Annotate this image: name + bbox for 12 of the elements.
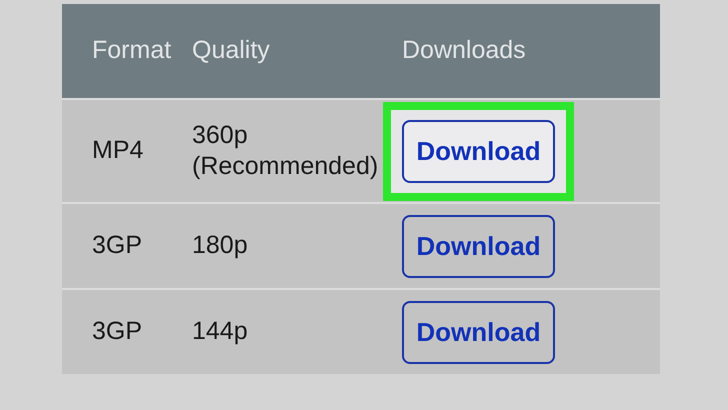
quality-cell: 360p (Recommended) (192, 120, 378, 180)
quality-cell: 180p (192, 231, 248, 260)
format-cell: 3GP (92, 317, 142, 346)
column-header: Format (92, 36, 172, 64)
quality-cell: 144p (192, 317, 248, 346)
download-button[interactable]: Download (402, 300, 555, 364)
download-button[interactable]: Download (402, 214, 555, 278)
column-header: Quality (192, 36, 270, 64)
download-button[interactable]: Download (402, 120, 555, 182)
column-header: Downloads (402, 36, 526, 64)
format-cell: MP4 (92, 136, 144, 164)
format-cell: 3GP (92, 231, 142, 260)
